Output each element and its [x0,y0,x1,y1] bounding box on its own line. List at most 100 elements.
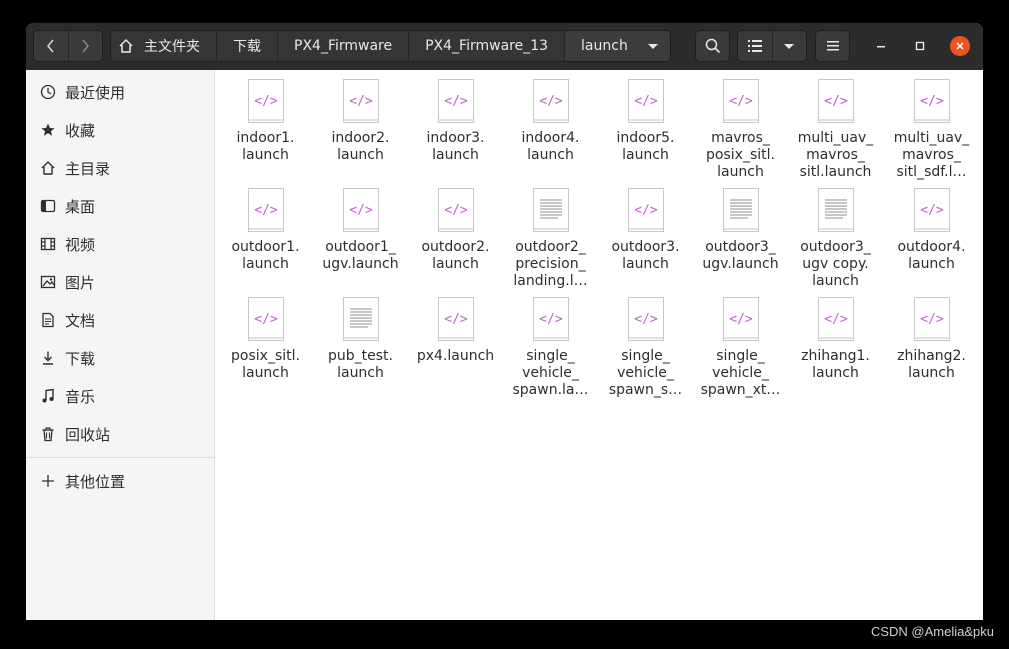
file-item[interactable]: mavros_ posix_sitl. launch [693,78,788,181]
sidebar-item-label: 最近使用 [65,83,126,102]
sidebar-item-label: 文档 [65,311,96,330]
file-item[interactable]: multi_uav_ mavros_ sitl.launch [788,78,883,181]
file-item[interactable]: indoor3. launch [408,78,503,164]
breadcrumb-current-label: launch [581,38,628,54]
sidebar-item-other-locations[interactable]: 其他位置 [26,463,214,499]
breadcrumb-item[interactable]: 下载 [217,31,278,61]
desktop-icon [39,197,57,215]
breadcrumb-item[interactable]: PX4_Firmware [278,31,410,61]
code-file-icon [532,78,570,124]
hamburger-icon [826,41,839,51]
chevron-down-icon [784,43,795,49]
file-name: indoor4. launch [521,130,580,163]
breadcrumb: 主文件夹 下载 PX4_Firmware PX4_Firmware_13 lau… [110,30,671,62]
file-name: single_ vehicle_ spawn_s… [608,348,683,398]
minimize-icon [877,46,885,48]
minimize-button[interactable] [871,36,891,56]
code-file-icon [437,78,475,124]
file-item[interactable]: zhihang2. launch [884,296,979,382]
file-name: outdoor3_ ugv copy. launch [800,239,871,289]
code-file-icon [817,296,855,342]
file-item[interactable]: outdoor2_ precision_ landing.l… [503,187,598,290]
file-manager-window: 主文件夹 下载 PX4_Firmware PX4_Firmware_13 lau… [26,23,983,620]
home-icon [39,159,57,177]
file-item[interactable]: outdoor4. launch [884,187,979,273]
breadcrumb-item[interactable]: PX4_Firmware_13 [409,31,566,61]
sidebar-item-pictures[interactable]: 图片 [26,264,214,300]
code-file-icon [627,78,665,124]
file-item[interactable]: single_ vehicle_ spawn.la… [503,296,598,399]
file-name: outdoor1. launch [231,239,300,272]
document-icon [39,311,57,329]
file-item[interactable]: zhihang1. launch [788,296,883,382]
code-file-icon [247,78,285,124]
sidebar-item-label: 视频 [65,235,96,254]
search-button[interactable] [695,30,730,62]
film-icon [39,235,57,253]
menu-button[interactable] [815,30,850,62]
file-item[interactable]: indoor5. launch [598,78,693,164]
code-file-icon [627,296,665,342]
sidebar-item-documents[interactable]: 文档 [26,302,214,338]
code-file-icon [913,296,951,342]
breadcrumb-home[interactable]: 主文件夹 [111,31,217,61]
maximize-button[interactable] [910,36,930,56]
forward-button[interactable] [67,31,103,61]
view-options-button[interactable] [771,31,807,61]
list-view-button[interactable] [738,40,772,52]
maximize-icon [915,41,925,51]
file-item[interactable]: outdoor3_ ugv.launch [693,187,788,273]
file-item[interactable]: single_ vehicle_ spawn_xt… [693,296,788,399]
file-name: indoor3. launch [426,130,485,163]
sidebar-item-desktop[interactable]: 桌面 [26,188,214,224]
code-file-icon [722,296,760,342]
file-name: outdoor4. launch [897,239,966,272]
sidebar-item-label: 音乐 [65,387,96,406]
file-name: single_ vehicle_ spawn_xt… [700,348,781,398]
close-button[interactable] [950,36,970,56]
file-name: zhihang2. launch [897,348,966,381]
file-item[interactable]: indoor4. launch [503,78,598,164]
file-item[interactable]: indoor1. launch [218,78,313,164]
file-item[interactable]: indoor2. launch [313,78,408,164]
music-icon [39,387,57,405]
file-item[interactable]: pub_test. launch [313,296,408,382]
file-item[interactable]: outdoor3. launch [598,187,693,273]
file-item[interactable]: outdoor3_ ugv copy. launch [788,187,883,290]
code-file-icon [342,78,380,124]
sidebar-item-videos[interactable]: 视频 [26,226,214,262]
file-item[interactable]: px4.launch [408,296,503,365]
chevron-down-icon [647,43,658,49]
sidebar-item-label: 下载 [65,349,96,368]
file-item[interactable]: outdoor2. launch [408,187,503,273]
back-button[interactable] [34,31,68,61]
watermark: CSDN @Amelia&pku [870,624,994,639]
sidebar-item-starred[interactable]: 收藏 [26,112,214,148]
sidebar-item-home[interactable]: 主目录 [26,150,214,186]
file-item[interactable]: single_ vehicle_ spawn_s… [598,296,693,399]
file-item[interactable]: outdoor1_ ugv.launch [313,187,408,273]
sidebar-item-label: 收藏 [65,121,96,140]
sidebar: 最近使用 收藏 主目录 桌面 视频 图片 文档 下载 音乐 回收站 其他位置 [26,70,215,620]
sidebar-item-recent[interactable]: 最近使用 [26,74,214,110]
star-icon [39,121,57,139]
code-file-icon [627,187,665,233]
file-name: multi_uav_ mavros_ sitl.launch [797,130,874,180]
breadcrumb-current[interactable]: launch [565,31,670,61]
sidebar-item-trash[interactable]: 回收站 [26,416,214,452]
chevron-left-icon [46,39,54,53]
image-icon [39,273,57,291]
file-grid: indoor1. launch indoor2. launch indoor3. l… [215,70,983,620]
sidebar-item-downloads[interactable]: 下载 [26,340,214,376]
plus-icon [39,472,57,490]
file-name: indoor5. launch [616,130,675,163]
sidebar-item-music[interactable]: 音乐 [26,378,214,414]
file-name: outdoor1_ ugv.launch [322,239,399,272]
clock-icon [39,83,57,101]
file-item[interactable]: posix_sitl. launch [218,296,313,382]
view-toggle-group [737,30,807,62]
file-item[interactable]: outdoor1. launch [218,187,313,273]
file-item[interactable]: multi_uav_ mavros_ sitl_sdf.l… [884,78,979,181]
sidebar-item-label: 其他位置 [65,472,126,491]
headerbar: 主文件夹 下载 PX4_Firmware PX4_Firmware_13 lau… [26,23,983,71]
